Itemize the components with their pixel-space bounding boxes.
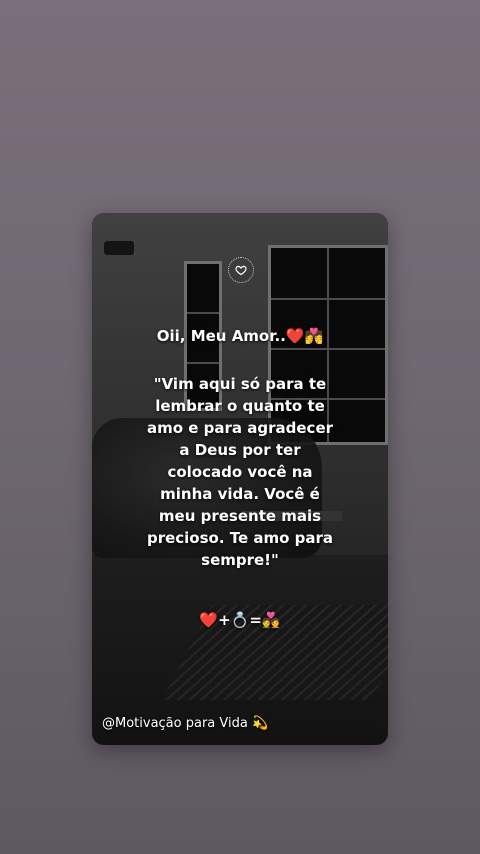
message-text-block: Oii, Meu Amor..❤️💏 "Vim aqui só para te …: [92, 325, 388, 631]
emoji-equation: ❤️+💍=💑: [199, 611, 281, 629]
author-credit[interactable]: @Motivação para Vida 💫: [102, 715, 268, 733]
greeting-text: Oii, Meu Amor..❤️💏: [156, 327, 324, 345]
story-card: Oii, Meu Amor..❤️💏 "Vim aqui só para te …: [92, 213, 388, 745]
heart-outline-icon: [228, 257, 254, 283]
quote-text: "Vim aqui só para te lembrar o quanto te…: [146, 375, 334, 569]
